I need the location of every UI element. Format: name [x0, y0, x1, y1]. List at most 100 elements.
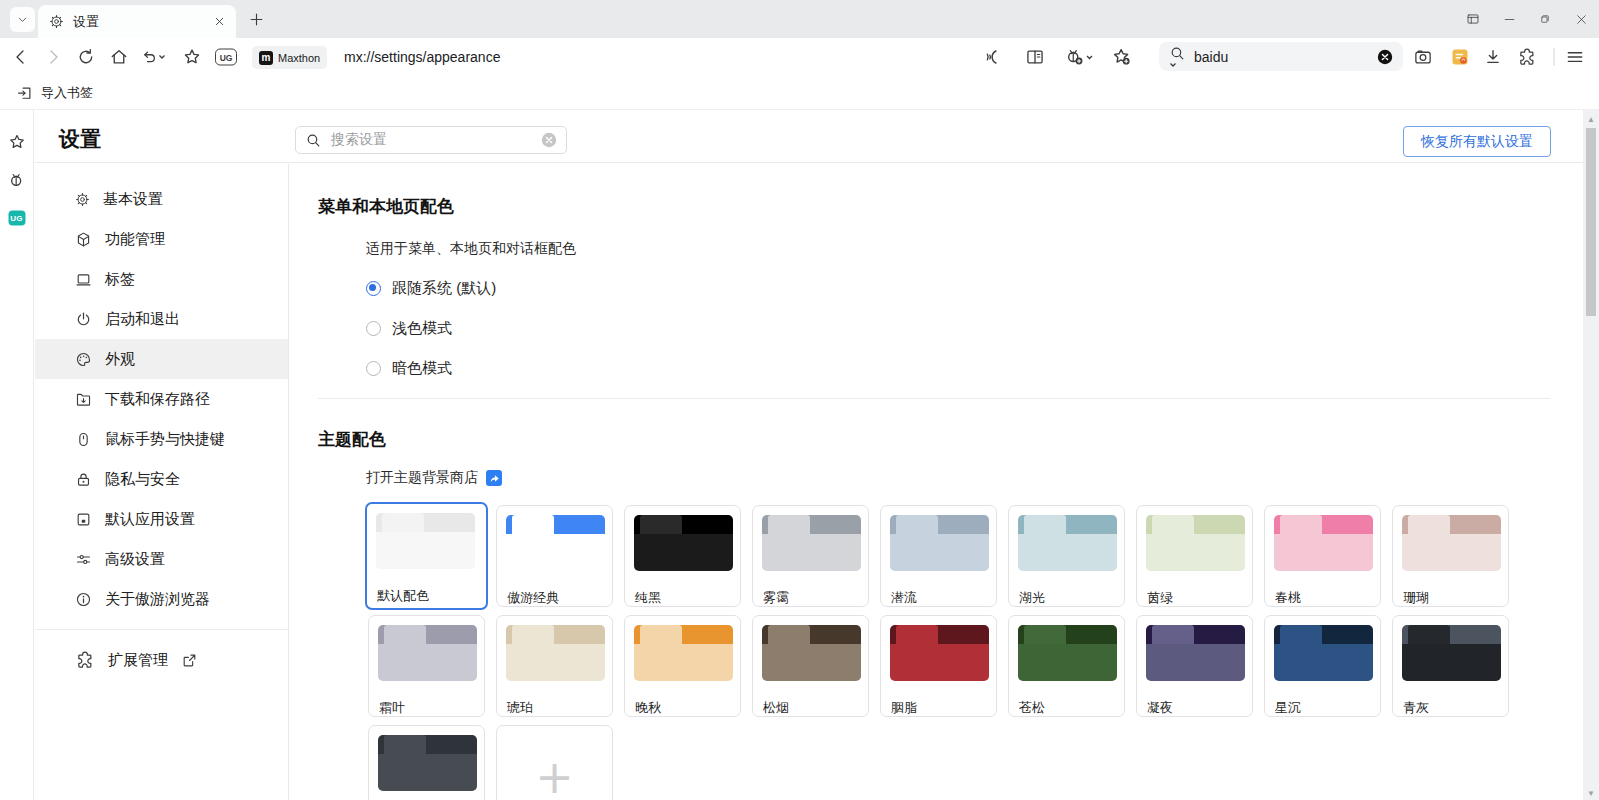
content-header: 设置 搜索设置 恢复所有默认设置 [35, 110, 1583, 163]
sidebar-item-5[interactable]: 下载和保存路径 [35, 379, 288, 419]
radio-unselected-icon[interactable] [366, 321, 381, 336]
address-url[interactable]: mx://settings/appearance [344, 49, 500, 65]
tab-bar: 设置 [0, 0, 1599, 38]
extensions-icon[interactable] [1517, 47, 1537, 67]
tab-list-chevron-button[interactable] [10, 7, 35, 32]
theme-card-晚秋[interactable]: 晚秋 [624, 615, 741, 717]
close-icon[interactable] [1563, 0, 1599, 38]
note-icon[interactable] [1450, 47, 1470, 67]
reload-icon[interactable] [77, 48, 96, 67]
theme-card-青灰[interactable]: 青灰 [1392, 615, 1509, 717]
sidebar-item-8[interactable]: 默认应用设置 [35, 499, 288, 539]
theme-card-珊瑚[interactable]: 珊瑚 [1392, 505, 1509, 607]
theme-card-春桃[interactable]: 春桃 [1264, 505, 1381, 607]
app-window-icon [75, 511, 92, 528]
sidebar-item-10[interactable]: 关于傲游浏览器 [35, 579, 288, 619]
sidebar-item-6[interactable]: 鼠标手势与快捷键 [35, 419, 288, 459]
theme-card-茵绿[interactable]: 茵绿 [1136, 505, 1253, 607]
home-icon[interactable] [110, 48, 129, 67]
search-icon [305, 132, 322, 149]
sidebar-item-3[interactable]: 启动和退出 [35, 299, 288, 339]
sidebar-separator [35, 629, 288, 630]
theme-card-胭脂[interactable]: 胭脂 [880, 615, 997, 717]
theme-card-傲游经典[interactable]: 傲游经典 [496, 505, 613, 607]
back-icon[interactable] [12, 48, 31, 67]
sidebar-item-9[interactable]: 高级设置 [35, 539, 288, 579]
theme-card-湖光[interactable]: 湖光 [1008, 505, 1125, 607]
navigation-toolbar: UG m Maxthon mx://settings/appearance ba… [0, 38, 1599, 76]
radio-unselected-icon[interactable] [366, 361, 381, 376]
scroll-up-icon[interactable]: ▲ [1583, 113, 1599, 125]
settings-search-placeholder: 搜索设置 [331, 131, 541, 149]
theme-card-凝夜[interactable]: 凝夜 [1136, 615, 1253, 717]
theme-card-琥珀[interactable]: 琥珀 [496, 615, 613, 717]
radio-option-2[interactable]: 暗色模式 [366, 359, 452, 378]
download-icon[interactable] [1484, 48, 1503, 67]
clear-search-icon[interactable] [1377, 49, 1393, 65]
sidebar-item-2[interactable]: 标签 [35, 259, 288, 299]
page-title: 设置 [59, 125, 101, 153]
favorites-star-icon[interactable] [7, 133, 26, 152]
read-aloud-icon[interactable] [983, 47, 1003, 67]
theme-card-松烟[interactable]: 松烟 [752, 615, 869, 717]
sidebar-item-extensions[interactable]: 扩展管理 [35, 640, 288, 680]
search-query[interactable]: baidu [1194, 49, 1377, 65]
theme-card-苍松[interactable]: 苍松 [1008, 615, 1125, 717]
brand-label: Maxthon [278, 52, 320, 64]
info-icon [75, 591, 92, 608]
section-divider [318, 398, 1550, 399]
active-tab[interactable]: 设置 [38, 5, 236, 38]
add-theme-card[interactable]: + [496, 725, 613, 800]
scrollbar[interactable]: ▲ ▼ [1583, 110, 1599, 800]
palette-icon [75, 351, 92, 368]
theme-card-默认配色[interactable]: 默认配色 [365, 502, 488, 610]
import-bookmarks-button[interactable]: 导入书签 [10, 80, 99, 106]
undo-icon[interactable] [140, 48, 166, 66]
radio-option-0[interactable]: 跟随系统 (默认) [366, 279, 496, 298]
theme-store-link[interactable]: 打开主题背景商店 [366, 469, 502, 487]
restore-icon[interactable] [1527, 0, 1563, 38]
external-link-icon [181, 652, 198, 669]
sidebar-item-1[interactable]: 功能管理 [35, 219, 288, 259]
sidebar-item-4[interactable]: 外观 [35, 339, 288, 379]
bug-icon[interactable] [7, 170, 27, 190]
new-tab-button[interactable] [245, 8, 268, 31]
minimize-icon[interactable] [1491, 0, 1527, 38]
side-rail: UG [0, 110, 34, 800]
download-folder-icon [75, 391, 92, 408]
gear-icon [75, 192, 90, 207]
scrollbar-thumb[interactable] [1586, 128, 1596, 316]
menu-icon[interactable] [1565, 47, 1585, 67]
theme-card-星沉[interactable]: 星沉 [1264, 615, 1381, 717]
scroll-down-icon[interactable]: ▼ [1583, 787, 1599, 799]
radio-selected-icon[interactable] [366, 281, 381, 296]
theme-card-纯黑[interactable]: 纯黑 [624, 505, 741, 607]
theme-card-潜流[interactable]: 潜流 [880, 505, 997, 607]
tab-close-icon[interactable] [214, 16, 225, 27]
reset-defaults-button[interactable]: 恢复所有默认设置 [1403, 126, 1551, 157]
theme-card-row2-0[interactable] [368, 725, 485, 800]
bug-add-icon[interactable] [1065, 47, 1094, 68]
toolbar-search-box[interactable]: baidu [1159, 42, 1403, 71]
forward-icon[interactable] [44, 48, 63, 67]
settings-search-input[interactable]: 搜索设置 [295, 126, 567, 154]
ug-avatar-badge[interactable]: UG [8, 211, 25, 226]
star-icon[interactable] [182, 47, 202, 67]
gear-favicon-icon [49, 14, 64, 29]
tab-window-icon [75, 271, 92, 288]
import-bookmarks-label: 导入书签 [41, 84, 93, 102]
plus-icon: + [497, 754, 612, 800]
sliders-icon [75, 551, 92, 568]
sidebar-item-7[interactable]: 隐私与安全 [35, 459, 288, 499]
ug-badge-icon[interactable]: UG [215, 49, 237, 66]
screenshot-icon[interactable] [1414, 48, 1433, 67]
theme-card-霜叶[interactable]: 霜叶 [368, 615, 485, 717]
layout-icon[interactable] [1455, 0, 1491, 38]
radio-option-1[interactable]: 浅色模式 [366, 319, 452, 338]
star-add-icon[interactable] [1112, 47, 1133, 68]
site-identity-pill[interactable]: m Maxthon [252, 46, 327, 69]
split-view-icon[interactable] [1025, 47, 1045, 67]
sidebar-item-0[interactable]: 基本设置 [35, 179, 288, 219]
clear-icon[interactable] [541, 132, 557, 148]
theme-card-雾霭[interactable]: 雾霭 [752, 505, 869, 607]
